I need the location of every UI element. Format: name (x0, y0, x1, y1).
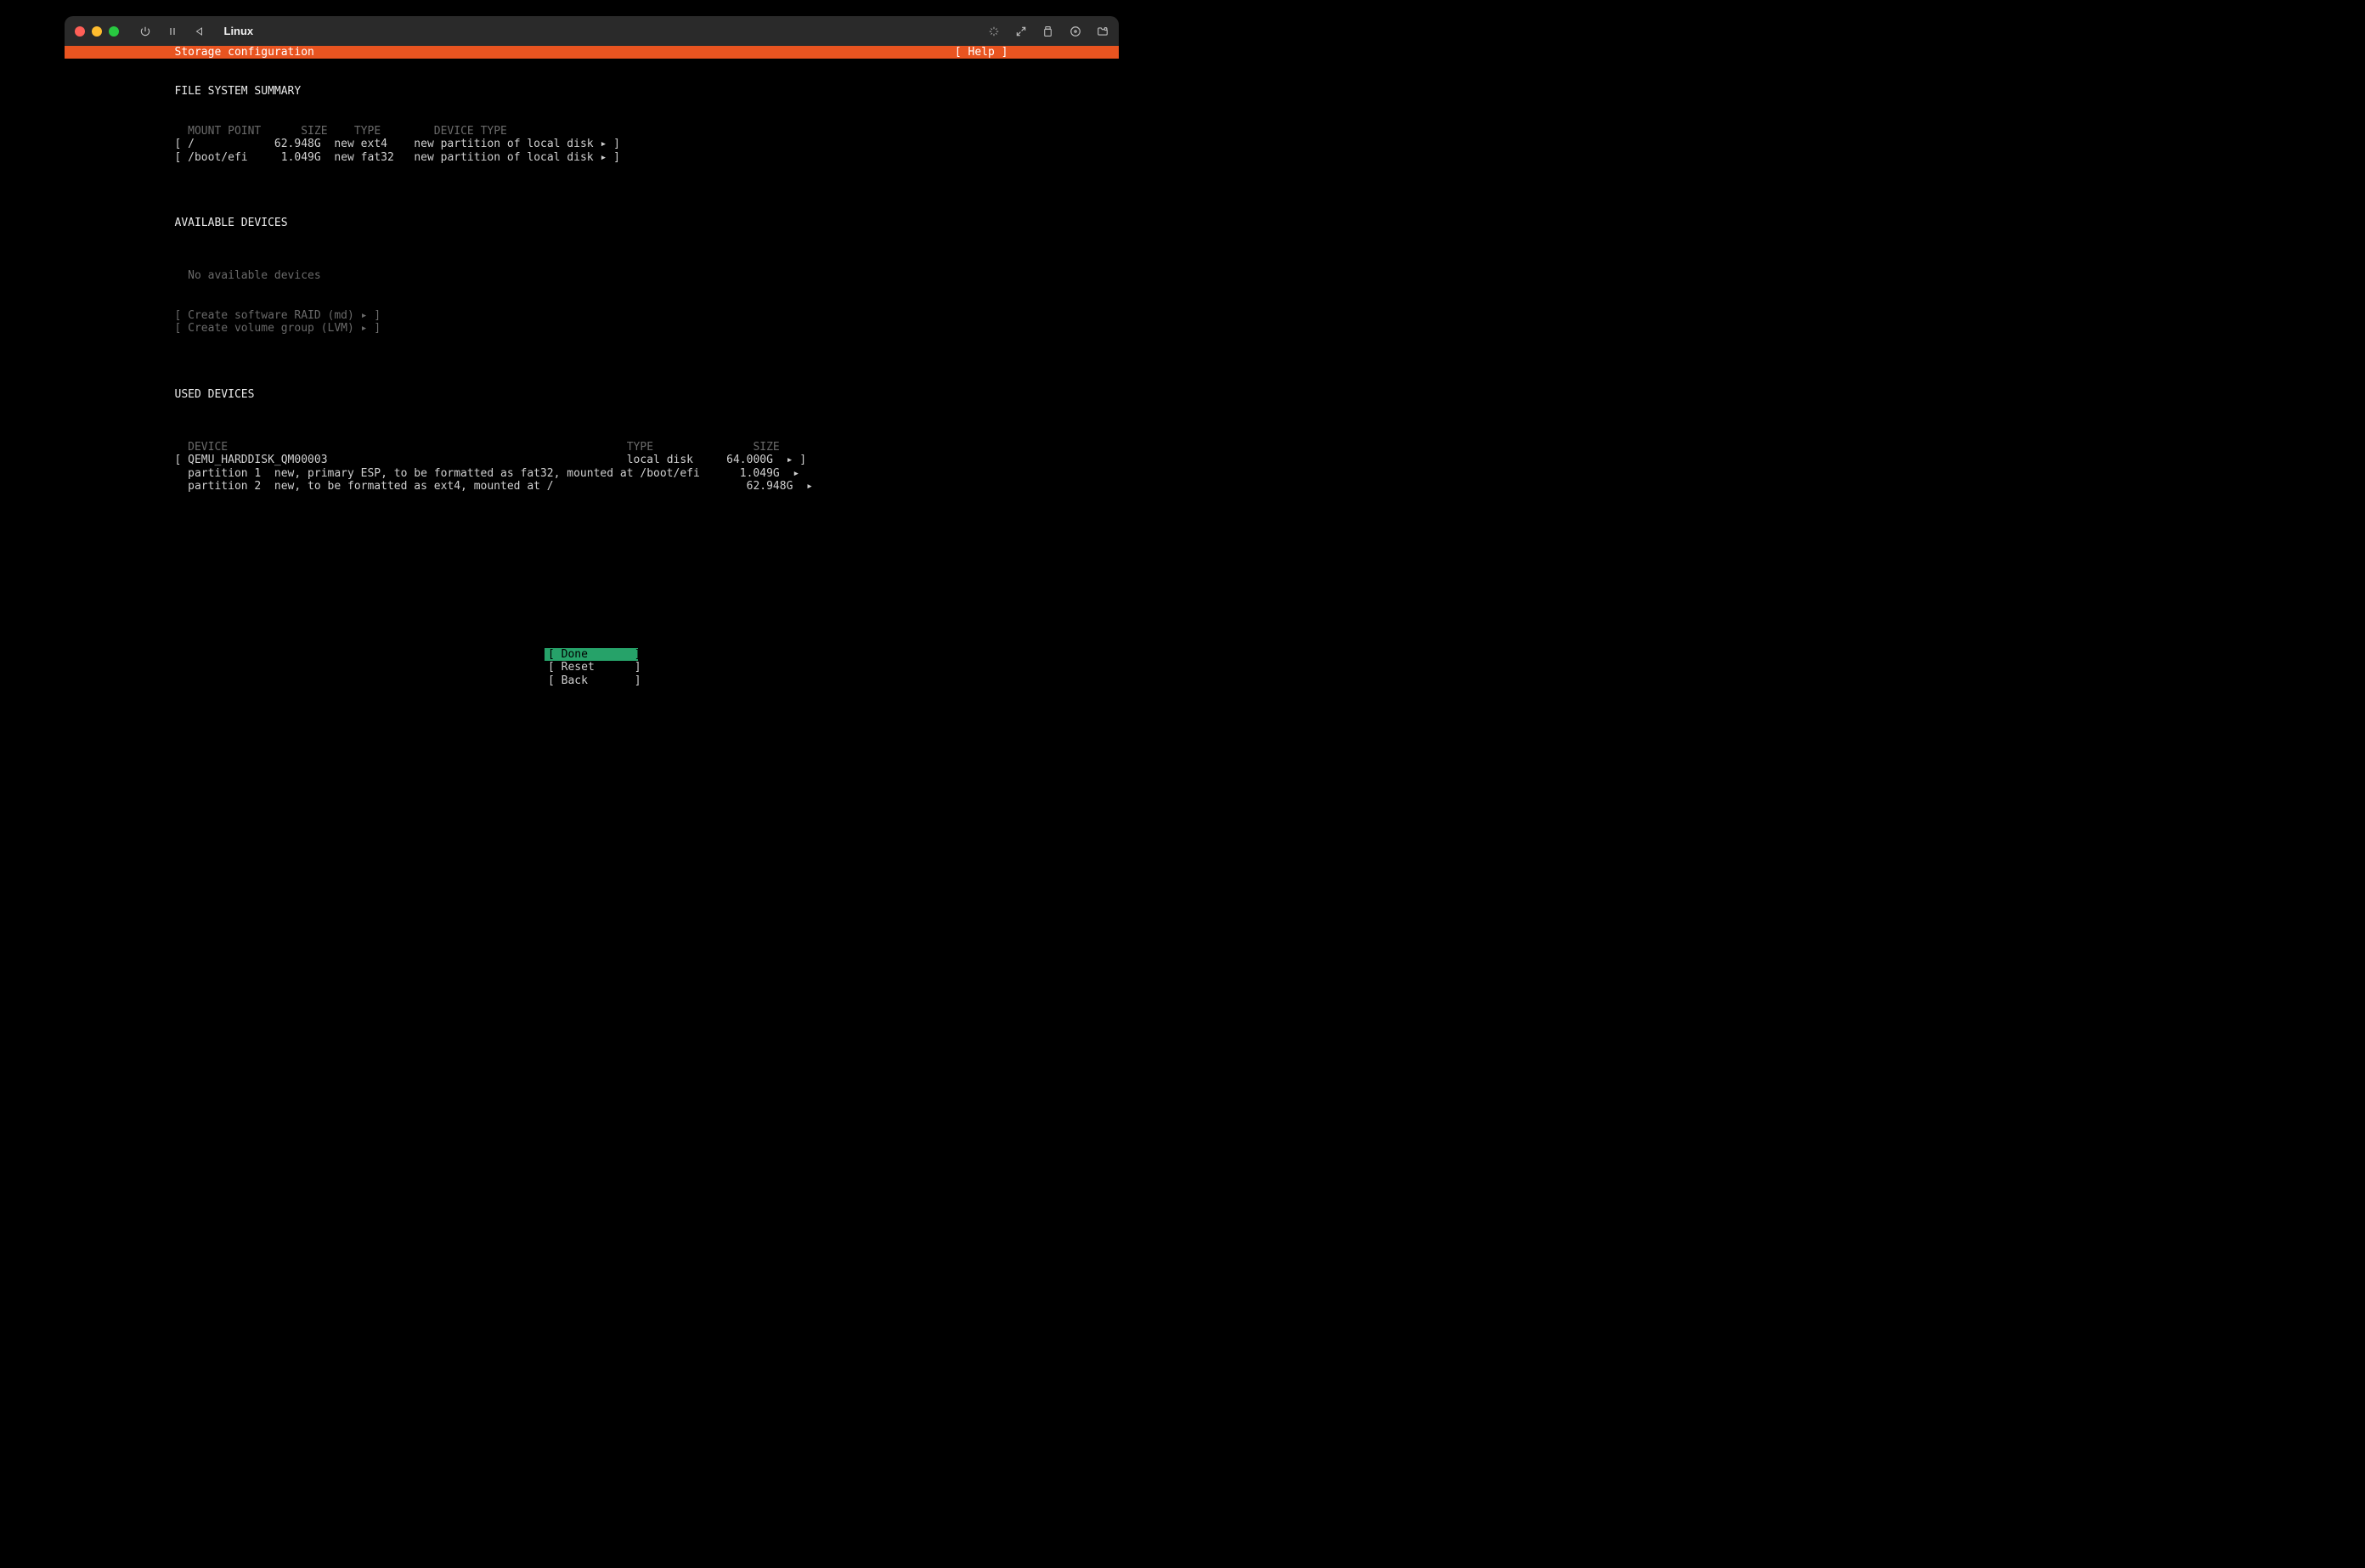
available-heading: AVAILABLE DEVICES (175, 217, 1102, 230)
expand-icon[interactable] (1015, 25, 1027, 37)
chevron-right-icon: ▸ (600, 151, 607, 164)
create-raid-button[interactable]: [ Create software RAID (md) ▸ ] (175, 309, 381, 322)
maximize-window-button[interactable] (109, 26, 119, 37)
done-button[interactable]: [ Done ] (545, 648, 638, 662)
folder-icon[interactable] (1097, 25, 1109, 37)
help-button[interactable]: [ Help ] (955, 46, 1008, 59)
pause-icon[interactable] (167, 25, 178, 37)
fs-col-mount: MOUNT POINT SIZE TYPE DEVICE TYPE (175, 125, 507, 138)
used-partition-row[interactable]: partition 1 new, primary ESP, to be form… (175, 467, 800, 480)
available-empty: No available devices (175, 269, 1102, 283)
chevron-right-icon: ▸ (806, 480, 813, 493)
used-disk-row[interactable]: [ QEMU_HARDDISK_QM00003 local disk 64.00… (175, 454, 807, 466)
sparkle-icon[interactable] (988, 25, 1000, 37)
terminal-body: FILE SYSTEM SUMMARY MOUNT POINT SIZE TYP… (65, 59, 1119, 687)
vm-controls (139, 25, 206, 37)
vm-window: Linux Storage configuration [ Help ] FIL… (65, 16, 1119, 687)
chevron-right-icon: ▸ (600, 138, 607, 150)
vm-title: Linux (224, 25, 254, 37)
usb-icon[interactable] (1042, 25, 1054, 37)
disc-icon[interactable] (1070, 25, 1081, 37)
used-partition-row[interactable]: partition 2 new, to be formatted as ext4… (175, 480, 813, 493)
chevron-right-icon: ▸ (787, 454, 793, 466)
footer-buttons: [ Done ] [ Reset ] [ Back ] (545, 648, 638, 688)
power-icon[interactable] (139, 25, 151, 37)
back-triangle-icon[interactable] (194, 25, 206, 37)
close-window-button[interactable] (75, 26, 85, 37)
title-bar: Linux (65, 16, 1119, 46)
back-button[interactable]: [ Back ] (545, 674, 638, 688)
chevron-right-icon: ▸ (793, 467, 799, 480)
fs-summary-heading: FILE SYSTEM SUMMARY (175, 85, 1102, 99)
title-bar-right (988, 25, 1109, 37)
page-title: Storage configuration (175, 46, 314, 59)
used-col-headers: DEVICE TYPE SIZE (175, 441, 780, 454)
traffic-lights (75, 26, 119, 37)
minimize-window-button[interactable] (92, 26, 102, 37)
create-lvm-button[interactable]: [ Create volume group (LVM) ▸ ] (175, 322, 381, 335)
fs-row[interactable]: [ / 62.948G new ext4 new partition of lo… (175, 138, 620, 150)
reset-button[interactable]: [ Reset ] (545, 661, 638, 674)
installer-header: Storage configuration [ Help ] (65, 46, 1119, 59)
used-heading: USED DEVICES (175, 388, 1102, 402)
fs-row[interactable]: [ /boot/efi 1.049G new fat32 new partiti… (175, 151, 620, 164)
